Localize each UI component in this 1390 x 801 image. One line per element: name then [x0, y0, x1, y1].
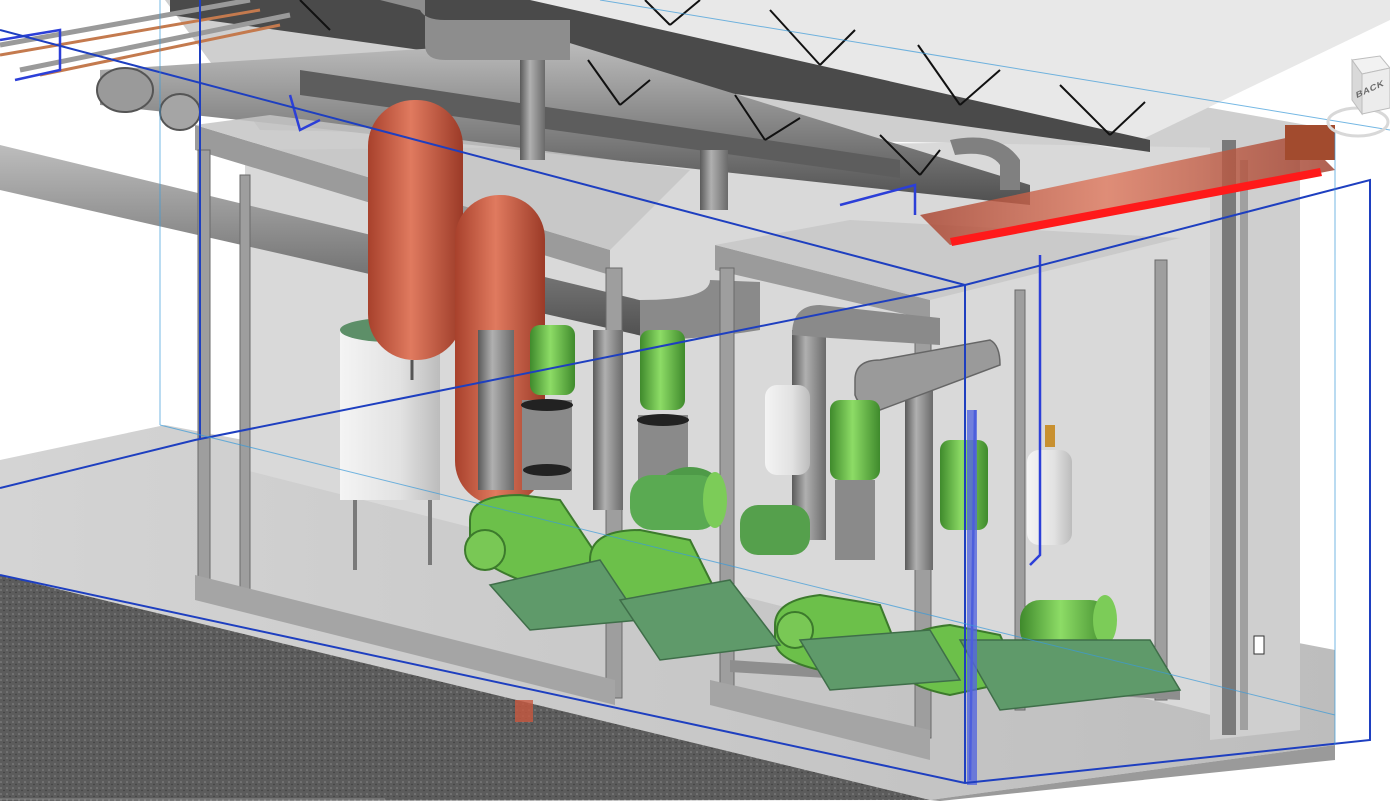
view-cube-compass-ring[interactable]: [1326, 106, 1390, 138]
right-wall-post-2: [1240, 160, 1248, 730]
blue-riser-pipe: [967, 410, 977, 785]
view-cube[interactable]: [1318, 52, 1390, 142]
pressure-vessel-2: [1027, 450, 1072, 545]
pump-skid-3d-view[interactable]: [0, 0, 1390, 801]
right-wall-post: [1222, 140, 1236, 735]
pressure-gauge: [1045, 425, 1055, 447]
pipe-end-1: [96, 67, 154, 113]
floor-drain: [515, 700, 533, 722]
pressure-vessel-1: [765, 385, 810, 475]
view-cube-face-back[interactable]: [1361, 67, 1390, 115]
3d-model-viewport[interactable]: BACK: [0, 0, 1390, 801]
pipe-end-2: [159, 93, 201, 131]
wall-switch: [1253, 635, 1265, 655]
